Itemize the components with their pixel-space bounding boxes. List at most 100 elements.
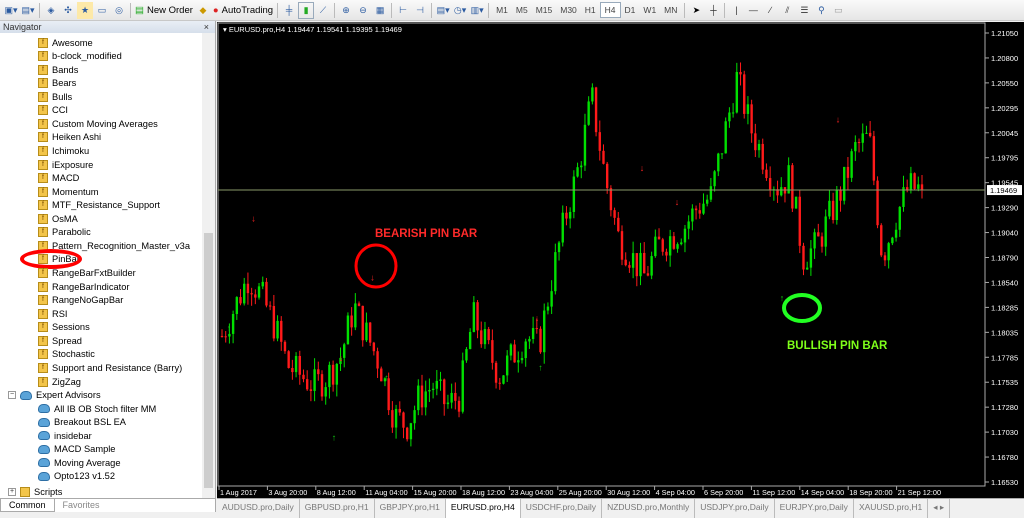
chart-tab[interactable]: GBPJPY.pro,H1 (375, 499, 446, 518)
zoom-out-icon[interactable]: ⊖ (355, 2, 371, 19)
scrollbar-thumb[interactable] (204, 233, 213, 488)
indicator-item[interactable]: f MTF_Resistance_Support (38, 199, 160, 212)
indicator-item[interactable]: f Awesome (38, 36, 93, 49)
chart-tab[interactable]: USDCHF.pro,Daily (521, 499, 603, 518)
line-chart-icon[interactable]: ⟋ (315, 2, 331, 19)
indicators-icon[interactable]: ▤▾ (435, 2, 451, 19)
indicator-item[interactable]: f Spread (38, 334, 82, 347)
indicator-item[interactable]: f Custom Moving Averages (38, 117, 158, 130)
indicator-item[interactable]: f Bulls (38, 90, 72, 103)
close-icon[interactable]: × (204, 21, 209, 33)
chart-tab[interactable]: EURUSD.pro,H4 (445, 499, 521, 518)
tab-scroll-arrows[interactable]: ◂ ▸ (928, 499, 951, 518)
chart-tab[interactable]: EURJPY.pro,Daily (775, 499, 854, 518)
indicator-item[interactable]: f Ichimoku (38, 144, 89, 157)
metaeditor-icon[interactable]: ◆ (195, 2, 211, 19)
price-tick-label: 1.21050 (991, 29, 1018, 38)
search-icon[interactable]: ⚲ (813, 2, 829, 19)
chart-tab[interactable]: NZDUSD.pro,Monthly (602, 499, 696, 518)
tab-common[interactable]: Common (0, 499, 55, 512)
bar-chart-icon[interactable]: ╪ (281, 2, 297, 19)
indicator-item[interactable]: f RSI (38, 307, 68, 320)
expert-advisor-item[interactable]: insidebar (38, 429, 92, 442)
folder-icon (20, 486, 30, 497)
candle-body (405, 427, 409, 440)
indicator-item[interactable]: f Sessions (38, 321, 90, 334)
candlestick-chart[interactable]: ↓ ↓ ↓ ↓ ↓ ↓ ↓ ↑ ↑ ↑ ↑ ↑ 1.21050 1.20800 1.20550 1.20295… (217, 22, 1024, 498)
indicator-item[interactable]: f iExposure (38, 158, 93, 171)
indicator-item[interactable]: f Support and Resistance (Barry) (38, 361, 182, 374)
timeframe-w1[interactable]: W1 (639, 2, 660, 18)
expert-advisor-item[interactable]: Breakout BSL EA (38, 416, 126, 429)
indicator-item[interactable]: f b-clock_modified (38, 50, 122, 63)
chart-tab[interactable]: XAUUSD.pro,H1 (854, 499, 929, 518)
indicator-icon: f (38, 200, 48, 211)
chat-icon[interactable]: ▭ (830, 2, 846, 19)
expert-advisor-item[interactable]: Opto123 v1.52 (38, 470, 115, 483)
candle-body (320, 374, 324, 397)
timeframe-h4[interactable]: H4 (599, 2, 621, 18)
expand-toggle-icon[interactable]: + (8, 487, 16, 496)
timeframe-h1[interactable]: H1 (581, 2, 600, 18)
market-watch-icon[interactable]: ◈ (43, 2, 59, 19)
navigator-scrollbar[interactable] (202, 33, 215, 498)
candle-body (613, 210, 616, 218)
tab-favorites[interactable]: Favorites (55, 499, 108, 512)
candle-body (494, 362, 498, 383)
indicator-item[interactable]: f RangeBarFxtBuilder (38, 267, 136, 280)
indicator-item[interactable]: f MACD (38, 172, 79, 185)
timeframe-m30[interactable]: M30 (556, 2, 581, 18)
fibonacci-icon[interactable]: ☰ (796, 2, 812, 19)
indicator-item[interactable]: f RangeBarIndicator (38, 280, 130, 293)
timeframe-m15[interactable]: M15 (532, 2, 557, 18)
vertical-line-icon[interactable]: | (728, 2, 744, 19)
timeframe-m1[interactable]: M1 (492, 2, 512, 18)
indicator-item[interactable]: f ZigZag (38, 375, 81, 388)
chart-tab[interactable]: AUDUSD.pro,Daily (217, 499, 300, 518)
scripts-folder[interactable]: + Scripts (8, 485, 62, 498)
indicator-item[interactable]: f Parabolic (38, 226, 91, 239)
indicator-item[interactable]: f Heiken Ashi (38, 131, 101, 144)
profiles-icon[interactable]: ▤▾ (20, 2, 36, 19)
periods-icon[interactable]: ◷▾ (452, 2, 468, 19)
chart-tab[interactable]: GBPUSD.pro,H1 (300, 499, 375, 518)
chart-window[interactable]: ↓ ↓ ↓ ↓ ↓ ↓ ↓ ↑ ↑ ↑ ↑ ↑ 1.21050 1.20800 1.20550 1.20295… (217, 22, 1024, 498)
indicator-item[interactable]: f Bands (38, 63, 78, 76)
chart-tab[interactable]: USDJPY.pro,Daily (695, 499, 775, 518)
trendline-icon[interactable]: ∕ (762, 2, 778, 19)
timeframe-mn[interactable]: MN (660, 2, 681, 18)
expert-advisor-item[interactable]: MACD Sample (38, 443, 115, 456)
indicator-item[interactable]: f PinBar (20, 248, 82, 269)
indicator-item[interactable]: f Bears (38, 77, 76, 90)
indicator-item[interactable]: f RangeNoGapBar (38, 294, 123, 307)
candlestick-icon[interactable]: ▮ (298, 1, 315, 19)
new-order-button[interactable]: ▤ New Order (134, 2, 194, 19)
chart-shift-icon[interactable]: ⊣ (412, 2, 428, 19)
indicator-item[interactable]: f CCI (38, 104, 68, 117)
templates-icon[interactable]: ▥▾ (469, 2, 485, 19)
candle-body (743, 74, 746, 114)
expand-toggle-icon[interactable]: − (8, 391, 16, 400)
timeframe-d1[interactable]: D1 (621, 2, 640, 18)
data-window-icon[interactable]: ✣ (60, 2, 76, 19)
crosshair-icon[interactable]: ┼ (705, 2, 721, 19)
terminal-icon[interactable]: ▭ (94, 2, 110, 19)
equidistant-channel-icon[interactable]: ⫽ (779, 2, 795, 19)
navigator-icon[interactable]: ★ (77, 1, 93, 19)
autotrading-button[interactable]: ● AutoTrading (212, 2, 274, 19)
tile-windows-icon[interactable]: ▦ (372, 2, 388, 19)
plot-frame (217, 22, 986, 487)
strategy-tester-icon[interactable]: ◎ (111, 2, 127, 19)
expert-advisor-item[interactable]: All IB OB Stoch filter MM (38, 402, 156, 415)
horizontal-line-icon[interactable]: — (745, 2, 761, 19)
expert-advisors-folder[interactable]: − Expert Advisors (8, 389, 101, 402)
new-chart-icon[interactable]: ▣▾ (3, 2, 19, 19)
zoom-in-icon[interactable]: ⊕ (338, 2, 354, 19)
indicator-item[interactable]: f Momentum (38, 185, 99, 198)
indicator-item[interactable]: f OsMA (38, 212, 78, 225)
expert-advisor-item[interactable]: Moving Average (38, 456, 121, 469)
autoscroll-icon[interactable]: ⊢ (395, 2, 411, 19)
indicator-item[interactable]: f Stochastic (38, 348, 95, 361)
cursor-icon[interactable]: ➤ (688, 2, 704, 19)
timeframe-m5[interactable]: M5 (512, 2, 532, 18)
